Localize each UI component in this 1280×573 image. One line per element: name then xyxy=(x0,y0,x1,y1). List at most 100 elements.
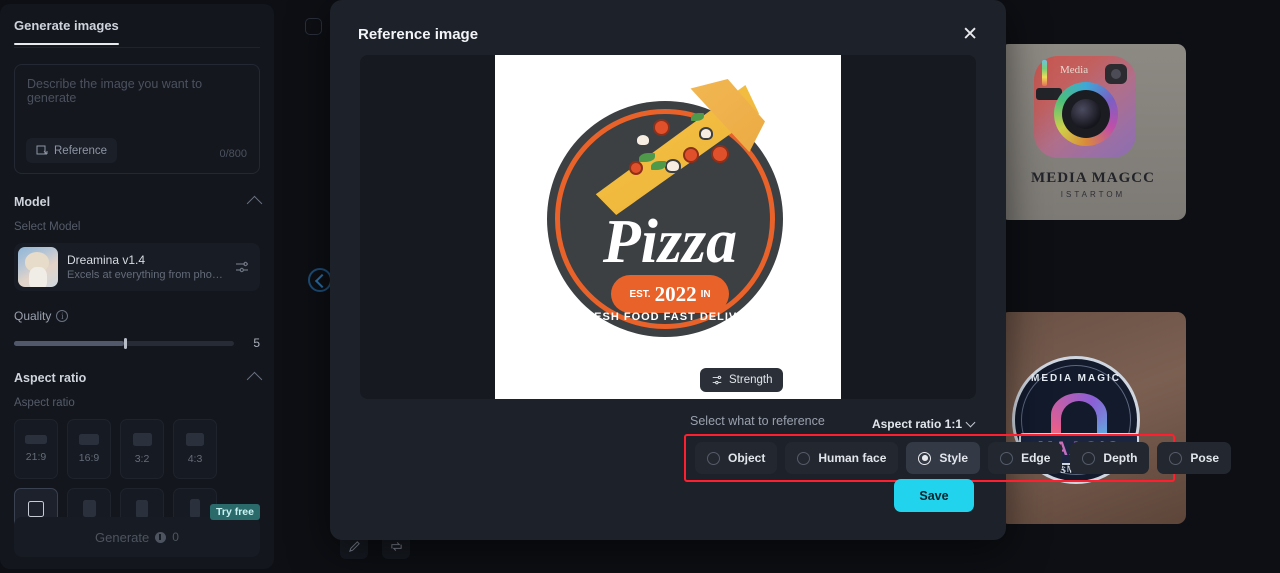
generate-button[interactable]: Generate 0 xyxy=(14,517,260,557)
chevron-up-icon-aspect xyxy=(246,371,263,388)
radio-icon xyxy=(1000,451,1014,465)
pizza-year-badge: EST. 2022 IN xyxy=(611,275,729,313)
quality-header: Quality i xyxy=(14,309,260,323)
aspect-label: 21:9 xyxy=(25,451,47,463)
pizza-tagline: FRESH FOOD FAST DELIVERY xyxy=(577,311,763,323)
aspect-label: 4:3 xyxy=(187,453,203,465)
lens-mid xyxy=(1062,90,1110,138)
aspect-option-21-9[interactable]: 21:9 xyxy=(14,419,58,479)
quality-slider-knob[interactable] xyxy=(124,337,127,349)
close-icon[interactable]: ✕ xyxy=(962,25,978,44)
generate-credit-count: 0 xyxy=(172,530,179,544)
aspect-label: 3:2 xyxy=(134,453,150,465)
quality-slider-fill xyxy=(14,340,124,346)
quality-label: Quality xyxy=(14,309,52,323)
prompt-placeholder: Describe the image you want to generate xyxy=(27,77,203,105)
aspect-ratio-dropdown-label: Aspect ratio 1:1 xyxy=(871,417,962,431)
aspect-ratio-dropdown[interactable]: Aspect ratio 1:1 xyxy=(871,417,976,431)
gallery-1-title: MEDIA MAGCC xyxy=(1031,170,1155,186)
save-button[interactable]: Save xyxy=(894,479,974,512)
pizza-in-label: IN xyxy=(700,288,711,300)
reference-option-label: Human face xyxy=(818,451,887,465)
strength-button[interactable]: Strength xyxy=(700,368,784,392)
gallery-1-word: Media xyxy=(1060,64,1089,76)
model-text-group: Dreamina v1.4 Excels at everything from … xyxy=(67,253,225,281)
select-all-checkbox[interactable] xyxy=(305,18,322,35)
reference-option-pose[interactable]: Pose xyxy=(1157,442,1232,474)
aspect-shape xyxy=(79,434,99,445)
reference-option-human-face[interactable]: Human face xyxy=(785,442,899,474)
try-free-badge: Try free xyxy=(210,504,260,520)
aspect-option-4-3[interactable]: 4:3 xyxy=(173,419,217,479)
rainbow-strip-icon xyxy=(1042,60,1047,86)
reference-option-object[interactable]: Object xyxy=(695,442,778,474)
previous-arrow-button[interactable] xyxy=(308,268,332,292)
reference-option-label: Edge xyxy=(1021,451,1051,465)
prompt-input-box[interactable]: Describe the image you want to generate … xyxy=(14,64,260,174)
quality-slider-track[interactable] xyxy=(14,337,234,349)
gallery-item-1[interactable]: Media MEDIA MAGCC ISTARTOM xyxy=(1000,44,1186,220)
reference-option-label: Object xyxy=(728,451,766,465)
select-model-label: Select Model xyxy=(14,221,81,233)
reference-image-icon xyxy=(36,145,48,154)
model-section-header[interactable]: Model xyxy=(14,194,263,212)
aspect-shape xyxy=(28,500,44,517)
pizza-wordmark: Pizza xyxy=(602,208,738,276)
reference-option-depth[interactable]: Depth xyxy=(1070,442,1150,474)
aspect-section-header[interactable]: Aspect ratio xyxy=(14,370,263,388)
reference-chip-label: Reference xyxy=(54,144,108,157)
pencil-icon xyxy=(348,540,360,552)
model-description: Excels at everything from photore... xyxy=(67,269,225,281)
lens-inner xyxy=(1071,99,1101,129)
aspect-shape xyxy=(190,499,200,518)
aspect-shape xyxy=(82,500,96,517)
tab-generate-images[interactable]: Generate images xyxy=(14,18,119,45)
gallery-1-subtitle: ISTARTOM xyxy=(1060,190,1126,199)
refresh-icon xyxy=(390,541,402,551)
aspect-option-16-9[interactable]: 16:9 xyxy=(67,419,111,479)
strength-label: Strength xyxy=(729,374,773,386)
aspect-sub-label: Aspect ratio xyxy=(14,397,75,409)
modal-title: Reference image xyxy=(358,25,479,43)
left-sidebar: Generate images Describe the image you w… xyxy=(0,4,274,569)
reference-option-style[interactable]: Style xyxy=(906,442,981,474)
chevron-down-icon xyxy=(965,417,976,428)
select-reference-label: Select what to reference xyxy=(690,414,825,428)
generate-label: Generate xyxy=(95,529,150,545)
radio-icon xyxy=(1082,451,1096,465)
aspect-shape xyxy=(186,433,204,446)
sliders-icon-strength xyxy=(712,375,722,385)
mushroom-icon xyxy=(635,133,651,147)
prompt-char-counter: 0/800 xyxy=(219,148,247,160)
reference-option-label: Style xyxy=(939,451,969,465)
info-icon[interactable]: i xyxy=(56,310,69,322)
reference-image-modal: Reference image ✕ Pizza EST. 2022 IN FRE… xyxy=(330,0,1232,540)
pizza-est-label: EST. xyxy=(629,288,651,300)
model-section-title: Model xyxy=(14,194,51,209)
gallery-2-top-text: MEDIA MAGIC xyxy=(1031,373,1121,384)
arch-inner-shape xyxy=(1061,401,1097,437)
credit-coin-icon xyxy=(155,531,167,543)
aspect-option-3-2[interactable]: 3:2 xyxy=(120,419,164,479)
reference-chip-button[interactable]: Reference xyxy=(26,138,118,163)
reference-option-label: Pose xyxy=(1190,451,1220,465)
aspect-shape xyxy=(136,499,148,518)
model-name: Dreamina v1.4 xyxy=(67,253,146,267)
aspect-label: 16:9 xyxy=(78,452,100,464)
reference-image-canvas: Pizza EST. 2022 IN FRESH FOOD FAST DELIV… xyxy=(495,55,841,399)
radio-icon xyxy=(707,451,720,465)
chevron-up-icon xyxy=(246,195,263,212)
reference-option-edge[interactable]: Edge xyxy=(988,442,1063,474)
model-selector-row[interactable]: Dreamina v1.4 Excels at everything from … xyxy=(14,243,260,291)
reference-option-label: Depth xyxy=(1103,451,1138,465)
reference-image-preview[interactable]: Pizza EST. 2022 IN FRESH FOOD FAST DELIV… xyxy=(360,55,976,399)
gallery-item-2[interactable]: MEDIA MAGIC MAAGIC STRA MDAMAMOH xyxy=(1000,312,1186,524)
model-thumbnail xyxy=(18,247,58,287)
mushroom-icon xyxy=(699,127,713,140)
quality-slider-row[interactable]: 5 xyxy=(14,336,260,350)
reference-options-row: Object Human face Style Edge Depth Pose xyxy=(684,434,1232,482)
aspect-section-title: Aspect ratio xyxy=(14,370,87,385)
instagram-logo-art: Media xyxy=(1034,56,1136,158)
pizza-logo-art: Pizza EST. 2022 IN FRESH FOOD FAST DELIV… xyxy=(539,79,801,341)
sliders-icon[interactable] xyxy=(234,259,250,275)
